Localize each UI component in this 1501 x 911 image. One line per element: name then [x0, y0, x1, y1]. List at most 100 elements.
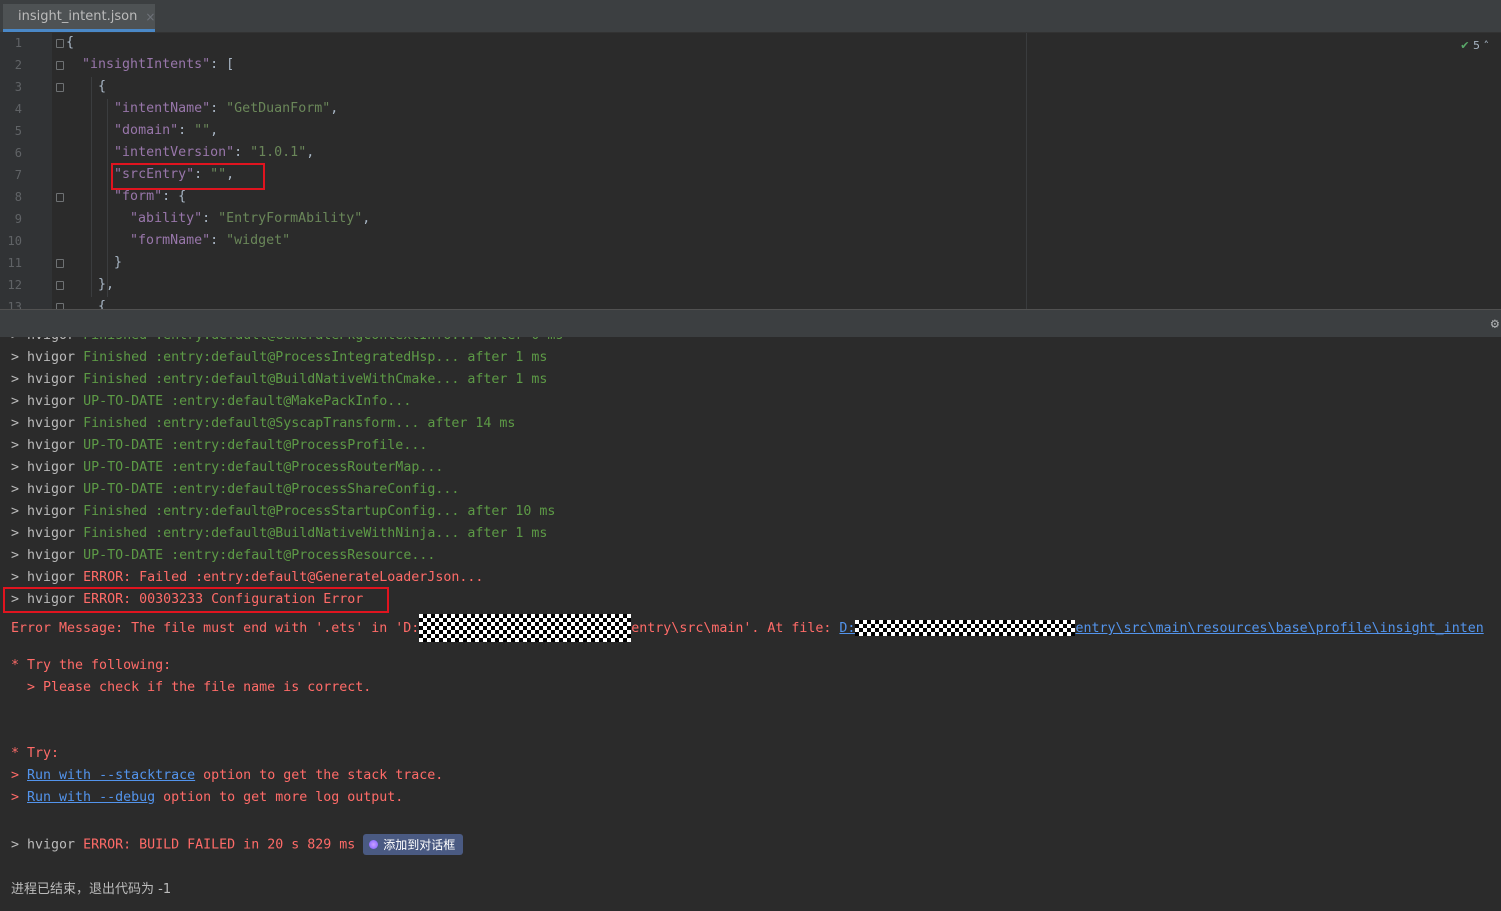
- error-message-line: Error Message: The file must end with '.…: [11, 614, 1484, 642]
- task-name: :entry:default@SyscapTransform...: [155, 416, 420, 431]
- json-value: "1.0.1": [250, 145, 307, 160]
- fold-marker-icon[interactable]: [56, 193, 64, 202]
- fold-marker-icon[interactable]: [56, 281, 64, 290]
- json-key: "formName": [130, 233, 211, 248]
- task-status: Finished: [83, 416, 148, 431]
- try-line: * Try:: [11, 746, 60, 761]
- error-highlight-box: [3, 587, 389, 613]
- task-status: UP-TO-DATE: [83, 482, 164, 497]
- code-line-2: "insightIntents": [: [82, 57, 235, 72]
- task-status: UP-TO-DATE: [83, 548, 164, 563]
- srcentry-highlight-box: [111, 163, 265, 190]
- task-time: after 1 ms: [467, 372, 548, 387]
- json-value: "GetDuanForm": [226, 101, 331, 116]
- run-with-stacktrace-link[interactable]: Run with --stacktrace: [27, 768, 195, 783]
- fold-marker-icon[interactable]: [56, 61, 64, 70]
- build-failed-line: > hvigor ERROR: BUILD FAILED in 20 s 829…: [11, 834, 464, 855]
- run-console[interactable]: > hvigor Finished :entry:default@Generat…: [0, 337, 1501, 911]
- console-task-line: > hvigor UP-TO-DATE :entry:default@Proce…: [11, 438, 428, 453]
- task-status: Finished: [83, 372, 148, 387]
- task-status: Finished: [83, 526, 148, 541]
- inspection-count: 5: [1473, 39, 1480, 52]
- task-name: :entry:default@ProcessIntegratedHsp...: [155, 350, 460, 365]
- console-task-line: > hvigor Finished :entry:default@Process…: [11, 504, 556, 519]
- line-number: 6: [14, 146, 22, 160]
- code-line-1: {: [66, 35, 75, 50]
- task-status: Finished: [83, 504, 148, 519]
- code-line-9: "ability": "EntryFormAbility",: [130, 211, 371, 226]
- process-exit-line: 进程已结束，退出代码为 -1: [11, 882, 172, 897]
- line-number: 2: [14, 58, 22, 72]
- task-status: Finished: [83, 350, 148, 365]
- console-task-line: > hvigor Finished :entry:default@BuildNa…: [11, 372, 548, 387]
- fold-marker-icon[interactable]: [56, 39, 64, 48]
- task-time: after 1 ms: [467, 350, 548, 365]
- line-number: 9: [14, 212, 22, 226]
- editor-tab-bar: insight_intent.json ×: [0, 0, 1501, 33]
- code-line-11: }: [66, 255, 123, 270]
- task-name: :entry:default@ProcessProfile...: [171, 438, 428, 453]
- code-line-12: },: [66, 277, 115, 292]
- task-name: :entry:default@MakePackInfo...: [171, 394, 412, 409]
- task-time: after 14 ms: [427, 416, 516, 431]
- console-task-line: > hvigor UP-TO-DATE :entry:default@Proce…: [11, 482, 460, 497]
- task-time: after 1 ms: [467, 526, 548, 541]
- console-task-line: > hvigor Finished :entry:default@SyscapT…: [11, 416, 516, 431]
- line-number: 7: [14, 168, 22, 182]
- redacted-path-image: [419, 614, 632, 642]
- console-line-clipped: > hvigor Finished :entry:default@Generat…: [11, 337, 563, 343]
- close-tab-icon[interactable]: ×: [145, 10, 155, 24]
- redacted-path-image: [855, 620, 1076, 636]
- gear-icon[interactable]: ⚙: [1491, 316, 1499, 332]
- console-task-line: > hvigor UP-TO-DATE :entry:default@Proce…: [11, 548, 436, 563]
- code-line-10: "formName": "widget": [130, 233, 291, 248]
- code-line-13: {: [66, 299, 107, 309]
- task-name: :entry:default@ProcessRouterMap...: [171, 460, 444, 475]
- tab-label: insight_intent.json: [18, 9, 138, 24]
- console-task-line: > hvigor Finished :entry:default@BuildNa…: [11, 526, 548, 541]
- json-value: "": [194, 123, 211, 138]
- json-key: "form": [114, 189, 163, 204]
- chevron-up-icon[interactable]: ˄: [1484, 39, 1490, 52]
- console-task-line: > hvigor UP-TO-DATE :entry:default@Proce…: [11, 460, 444, 475]
- task-name: :entry:default@ProcessStartupConfig...: [155, 504, 460, 519]
- run-with-debug-link[interactable]: Run with --debug: [27, 790, 155, 805]
- line-number: 12: [7, 278, 22, 292]
- task-name: :entry:default@BuildNativeWithCmake...: [155, 372, 460, 387]
- console-line-error-failed: > hvigor ERROR: Failed :entry:default@Ge…: [11, 570, 484, 585]
- ai-assistant-icon: [369, 840, 379, 849]
- line-number: 10: [7, 234, 22, 248]
- line-number: 13: [7, 300, 22, 309]
- check-name-line: > Please check if the file name is corre…: [11, 680, 372, 695]
- json-key: "domain": [114, 123, 179, 138]
- inspection-widget[interactable]: ✔ 5 ˄: [1460, 39, 1489, 52]
- console-task-line: > hvigor UP-TO-DATE :entry:default@MakeP…: [11, 394, 412, 409]
- tab-insight-intent-json[interactable]: insight_intent.json ×: [3, 4, 155, 32]
- code-line-3: {: [66, 79, 107, 94]
- right-margin-guide: [1026, 33, 1027, 309]
- fold-marker-icon[interactable]: [56, 83, 64, 92]
- add-to-chat-button[interactable]: 添加到对话框: [363, 834, 464, 855]
- task-name: :entry:default@ProcessShareConfig...: [171, 482, 460, 497]
- task-status: UP-TO-DATE: [83, 438, 164, 453]
- stacktrace-line: > Run with --stacktrace option to get th…: [11, 768, 444, 783]
- task-status: UP-TO-DATE: [83, 460, 164, 475]
- json-key: "intentVersion": [114, 145, 235, 160]
- code-line-6: "intentVersion": "1.0.1",: [114, 145, 315, 160]
- line-number: 5: [14, 124, 22, 138]
- task-name: :entry:default@ProcessResource...: [171, 548, 436, 563]
- fold-marker-icon[interactable]: [56, 259, 64, 268]
- line-number: 11: [7, 256, 22, 270]
- json-key: "insightIntents": [82, 57, 211, 72]
- json-value: "widget": [226, 233, 291, 248]
- task-name: :entry:default@BuildNativeWithNinja...: [155, 526, 460, 541]
- json-key: "ability": [130, 211, 203, 226]
- debug-line: > Run with --debug option to get more lo…: [11, 790, 404, 805]
- line-number: 3: [14, 80, 22, 94]
- try-following-line: * Try the following:: [11, 658, 172, 673]
- line-number: 1: [14, 36, 22, 50]
- code-editor[interactable]: 1 2 3 4 5 6 7 8 9 10 11 12 13 { "insight…: [0, 33, 1501, 309]
- code-line-8: "form": {: [114, 189, 187, 204]
- error-file-link[interactable]: D: entry\src\main\resources\base\profile\…: [839, 620, 1484, 636]
- console-task-line: > hvigor Finished :entry:default@Process…: [11, 350, 548, 365]
